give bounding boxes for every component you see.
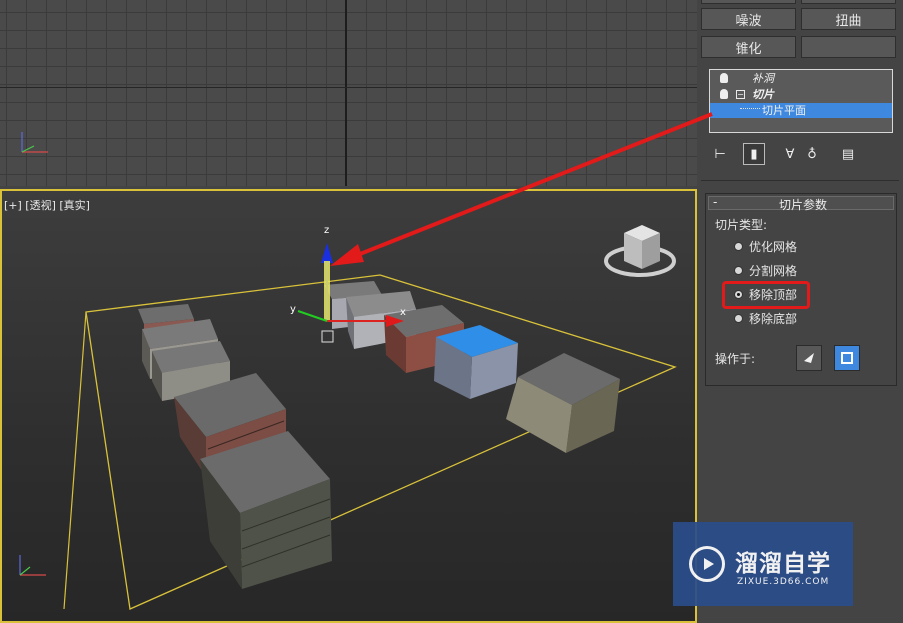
stack-item-label: 切片平面 <box>762 104 806 117</box>
tree-connector <box>740 99 760 109</box>
scene-3d: z y x <box>19 225 677 610</box>
view-cube <box>604 225 676 277</box>
radio-refine-mesh[interactable]: 优化网格 <box>734 238 797 254</box>
twist-button[interactable]: 扭曲 <box>801 8 896 30</box>
play-logo-icon <box>689 546 725 582</box>
stack-item-selected[interactable]: 切片平面 <box>710 103 892 118</box>
viewport-axis-tripod <box>14 122 54 162</box>
front-viewport[interactable] <box>0 0 697 186</box>
viewport-divider <box>345 0 347 186</box>
modifier-button-empty[interactable] <box>801 36 896 58</box>
watermark: 溜溜自学 ZIXUE.3D66.COM <box>673 522 853 606</box>
radio-remove-bottom[interactable]: 移除底部 <box>734 310 797 326</box>
polygon-icon <box>841 352 853 364</box>
modifier-stack[interactable]: 补洞 − 切片 切片平面 <box>709 69 893 133</box>
viewport-axis-tripod <box>19 555 46 576</box>
radio-label: 移除底部 <box>749 311 798 326</box>
radio-split-mesh[interactable]: 分割网格 <box>734 262 797 278</box>
building <box>434 325 518 399</box>
noise-button[interactable]: 噪波 <box>701 8 796 30</box>
taper-button[interactable]: 锥化 <box>701 36 796 58</box>
gizmo-y-label: y <box>290 304 296 315</box>
remove-modifier-icon[interactable]: ♁ <box>801 143 823 165</box>
radio-icon[interactable] <box>734 265 743 275</box>
lightbulb-icon[interactable] <box>720 89 728 99</box>
radio-icon[interactable] <box>734 313 743 323</box>
show-end-result-icon[interactable]: ▮ <box>743 143 765 165</box>
collapse-icon[interactable]: − <box>736 90 745 99</box>
modifier-button-top-right[interactable] <box>801 0 896 4</box>
highlight-box <box>722 281 810 309</box>
watermark-url: ZIXUE.3D66.COM <box>737 577 830 587</box>
gizmo-z-label: z <box>324 225 329 236</box>
operate-on-face-button[interactable] <box>796 345 822 371</box>
gizmo-x-label: x <box>400 307 406 318</box>
radio-label: 分割网格 <box>749 263 798 278</box>
building <box>506 353 620 453</box>
building <box>200 431 332 589</box>
radio-label: 优化网格 <box>749 239 798 254</box>
divider <box>701 180 899 181</box>
collapse-icon[interactable]: - <box>713 195 717 209</box>
make-unique-icon[interactable]: ∀ <box>779 143 801 165</box>
face-icon <box>804 353 814 363</box>
stack-item[interactable]: 补洞 <box>710 71 892 86</box>
stack-item[interactable]: − 切片 <box>710 87 892 102</box>
operate-on-label: 操作于: <box>715 352 756 366</box>
operate-on-polygon-button[interactable] <box>834 345 860 371</box>
watermark-title: 溜溜自学 <box>735 551 831 577</box>
stack-toolbar: ⊢ ▮ ∀ ♁ ▤ <box>709 143 893 165</box>
grid-centerline <box>0 87 697 88</box>
pin-stack-icon[interactable]: ⊢ <box>709 143 731 165</box>
lightbulb-icon[interactable] <box>720 73 728 83</box>
rollout-title: 切片参数 <box>779 198 828 212</box>
modifier-button-top-left[interactable] <box>701 0 796 4</box>
slice-type-label: 切片类型: <box>715 218 768 232</box>
radio-icon[interactable] <box>734 241 743 251</box>
rollout-header[interactable]: - 切片参数 <box>708 195 894 212</box>
stack-item-label: 补洞 <box>752 72 774 85</box>
perspective-viewport[interactable]: [+] [透视] [真实] z y x <box>0 189 697 623</box>
configure-modifier-sets-icon[interactable]: ▤ <box>837 143 859 165</box>
